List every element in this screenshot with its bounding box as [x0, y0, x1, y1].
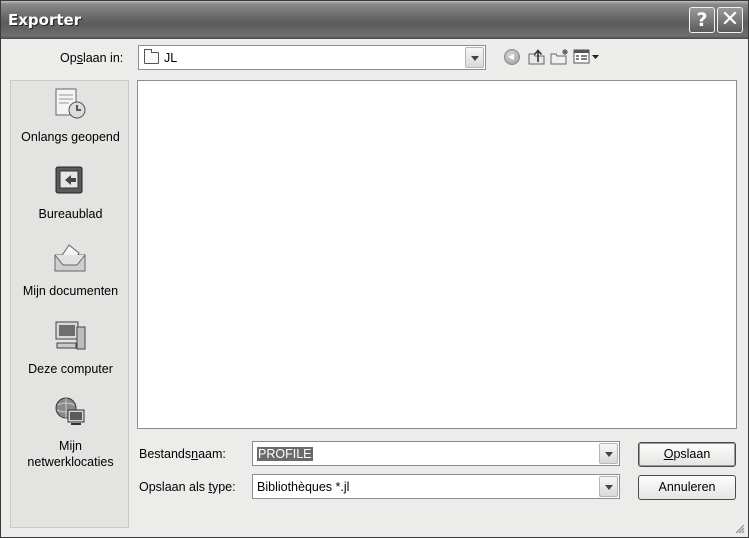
up-folder-icon[interactable] — [527, 48, 547, 66]
new-folder-icon[interactable] — [550, 48, 570, 66]
close-icon: ✕ — [720, 7, 740, 32]
filetype-dropdown-button[interactable] — [599, 476, 618, 497]
my-computer-icon — [55, 321, 86, 350]
lookin-label: Opslaan in: — [60, 51, 124, 65]
resize-grip-icon[interactable] — [734, 523, 745, 534]
lookin-dropdown-button[interactable] — [465, 47, 484, 68]
filename-label: Bestandsnaam: — [139, 447, 226, 461]
filetype-label: Opslaan als type: — [139, 480, 236, 494]
help-button[interactable]: ? — [689, 7, 715, 33]
place-label: Deze computer — [28, 362, 113, 376]
lookin-combo[interactable]: JL — [138, 45, 486, 70]
dialog-title: Exporter — [8, 11, 82, 29]
my-documents-icon — [54, 244, 86, 272]
filetype-combo[interactable]: Bibliothèques *.jl — [252, 474, 620, 499]
cancel-button[interactable]: Annuleren — [638, 475, 736, 500]
filename-dropdown-button[interactable] — [599, 443, 618, 464]
network-places-icon — [55, 397, 85, 425]
desktop-icon — [55, 166, 83, 194]
filetype-value: Bibliothèques *.jl — [257, 480, 350, 494]
title-bar[interactable]: Exporter ? ✕ — [1, 1, 748, 39]
recent-documents-icon — [55, 88, 86, 119]
folder-icon — [144, 49, 159, 64]
file-list[interactable] — [137, 80, 737, 429]
back-icon[interactable] — [504, 49, 520, 65]
place-label: Bureaublad — [38, 207, 103, 221]
export-dialog: Exporter ? ✕ Opslaan in: JL Onlangs geop… — [0, 0, 749, 538]
filename-input[interactable]: PROFILE — [257, 447, 313, 461]
places-bar: Onlangs geopend Bureaublad Mijn document… — [10, 80, 129, 528]
lookin-value: JL — [164, 51, 178, 65]
help-icon: ? — [696, 9, 708, 31]
place-label: Onlangs geopend — [21, 130, 120, 144]
save-button[interactable]: Opslaan — [638, 442, 736, 467]
place-label: Mijn documenten — [22, 284, 119, 298]
filename-combo[interactable]: PROFILE — [252, 441, 620, 466]
close-button[interactable]: ✕ — [717, 7, 743, 33]
place-label: Mijn netwerklocaties — [27, 439, 114, 469]
views-menu-icon[interactable] — [573, 48, 601, 66]
